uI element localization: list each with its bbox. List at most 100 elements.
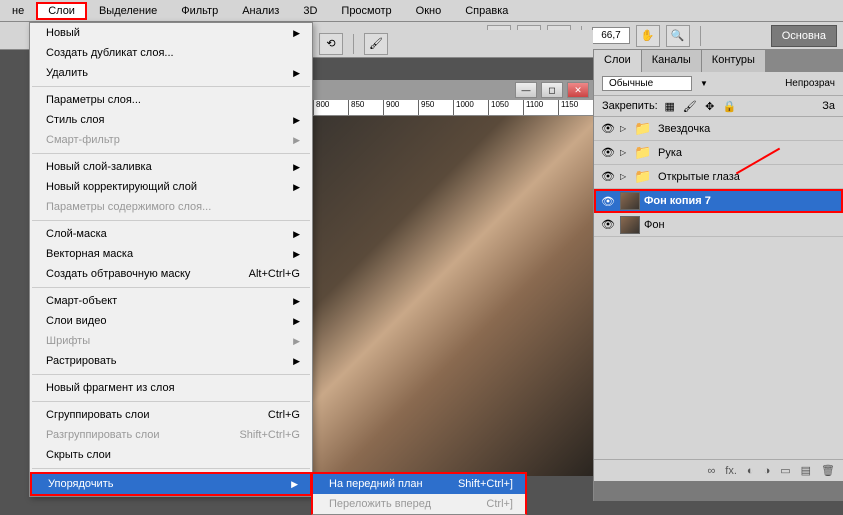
panel-action-icon[interactable]: ∞ bbox=[707, 465, 715, 477]
layers-dropdown-menu: Новый▶Создать дубликат слоя...Удалить▶ Па… bbox=[29, 22, 313, 497]
menu-item: Смарт-фильтр▶ bbox=[30, 130, 312, 150]
layer-name[interactable]: Рука bbox=[658, 147, 682, 159]
panel-tab-Контуры[interactable]: Контуры bbox=[702, 50, 766, 72]
lock-label: Закрепить: bbox=[602, 100, 658, 112]
lock-pixels-icon[interactable]: 🖌 bbox=[682, 98, 698, 114]
layer-list: 👁▷📁Звездочка👁▷📁Рука👁▷📁Открытые глаза👁Фон… bbox=[594, 117, 843, 237]
visibility-icon[interactable]: 👁 bbox=[600, 122, 616, 135]
layer-thumbnail[interactable] bbox=[620, 192, 640, 210]
minimize-button[interactable]: — bbox=[515, 82, 537, 98]
menu-item[interactable]: Смарт-объект▶ bbox=[30, 291, 312, 311]
ruler-tick: 800 bbox=[313, 100, 348, 115]
options-bar: ⟲ 🖌 bbox=[313, 30, 593, 58]
lock-transparent-icon[interactable]: ▦ bbox=[662, 98, 678, 114]
fill-label: За bbox=[822, 100, 835, 112]
zoom-tool-icon[interactable]: 🔍 bbox=[666, 25, 690, 47]
layer-name[interactable]: Фон копия 7 bbox=[644, 195, 711, 207]
menu-item[interactable]: Скрыть слои bbox=[30, 445, 312, 465]
document-window-controls: — ◻ ✕ bbox=[313, 80, 593, 100]
arrange-submenu: На передний планShift+Ctrl+]Переложить в… bbox=[311, 472, 527, 515]
menubar-item-Анализ[interactable]: Анализ bbox=[230, 2, 291, 20]
menubar-item-Справка[interactable]: Справка bbox=[453, 2, 520, 20]
menubar-item-3D[interactable]: 3D bbox=[291, 2, 329, 20]
expand-icon[interactable]: ▷ bbox=[620, 172, 630, 181]
close-button[interactable]: ✕ bbox=[567, 82, 589, 98]
layer-row[interactable]: 👁 ▷ 📁 Рука bbox=[594, 141, 843, 165]
menu-item[interactable]: Удалить▶ bbox=[30, 63, 312, 83]
menu-item[interactable]: Новый▶ bbox=[30, 23, 312, 43]
menu-item[interactable]: Создать дубликат слоя... bbox=[30, 43, 312, 63]
brush-icon[interactable]: 🖌 bbox=[364, 33, 388, 55]
visibility-icon[interactable]: 👁 bbox=[600, 218, 616, 231]
menu-item[interactable]: Новый слой-заливка▶ bbox=[30, 157, 312, 177]
lock-row: Закрепить: ▦ 🖌 ✥ 🔒 За bbox=[594, 96, 843, 117]
menu-item[interactable]: Стиль слоя▶ bbox=[30, 110, 312, 130]
menu-item: Шрифты▶ bbox=[30, 331, 312, 351]
panel-minibar bbox=[594, 481, 843, 501]
ruler-tick: 850 bbox=[348, 100, 383, 115]
menu-item[interactable]: Растрировать▶ bbox=[30, 351, 312, 371]
visibility-icon[interactable]: 👁 bbox=[600, 146, 616, 159]
menu-item[interactable]: Создать обтравочную маскуAlt+Ctrl+G bbox=[30, 264, 312, 284]
menu-item[interactable]: Упорядочить▶ bbox=[30, 472, 312, 496]
panel-tabs: СлоиКаналыКонтуры bbox=[594, 50, 843, 72]
lock-position-icon[interactable]: ✥ bbox=[702, 98, 718, 114]
menu-item[interactable]: Новый фрагмент из слоя bbox=[30, 378, 312, 398]
menubar-item-не[interactable]: не bbox=[0, 2, 36, 20]
ruler-tick: 1100 bbox=[523, 100, 558, 115]
panel-action-icon[interactable]: ◐ bbox=[747, 465, 754, 477]
expand-icon[interactable]: ▷ bbox=[620, 124, 630, 133]
blend-mode-select[interactable]: Обычные bbox=[602, 76, 692, 91]
layer-row[interactable]: 👁▷📁Звездочка bbox=[594, 117, 843, 141]
menu-item[interactable]: Слои видео▶ bbox=[30, 311, 312, 331]
menu-item[interactable]: Сгруппировать слоиCtrl+G bbox=[30, 405, 312, 425]
layer-row[interactable]: 👁 ▷ 📁 Открытые глаза bbox=[594, 165, 843, 189]
layer-name[interactable]: Звездочка bbox=[658, 123, 710, 135]
menubar-item-Слои[interactable]: Слои bbox=[36, 2, 87, 20]
menu-item: Разгруппировать слоиShift+Ctrl+G bbox=[30, 425, 312, 445]
visibility-icon[interactable]: 👁 bbox=[600, 170, 616, 183]
panel-action-icon[interactable]: fx. bbox=[725, 465, 737, 477]
maximize-button[interactable]: ◻ bbox=[541, 82, 563, 98]
horizontal-ruler: 8008509009501000105011001150 bbox=[313, 100, 593, 116]
ruler-tick: 1150 bbox=[558, 100, 593, 115]
zoom-level[interactable]: 66,7 bbox=[592, 27, 629, 44]
layer-name[interactable]: Открытые глаза bbox=[658, 171, 740, 183]
layer-thumbnail[interactable] bbox=[620, 216, 640, 234]
folder-icon: 📁 bbox=[634, 168, 654, 186]
panel-options-row: Обычные ▼ Непрозрач bbox=[594, 72, 843, 96]
menu-item[interactable]: Новый корректирующий слой▶ bbox=[30, 177, 312, 197]
menubar-item-Окно[interactable]: Окно bbox=[404, 2, 454, 20]
opacity-label: Непрозрач bbox=[785, 78, 835, 89]
workspace-button[interactable]: Основна bbox=[771, 25, 837, 47]
panel-action-icon[interactable]: ◑ bbox=[764, 465, 771, 477]
layer-row[interactable]: 👁 Фон bbox=[594, 213, 843, 237]
document-canvas[interactable] bbox=[313, 116, 593, 476]
rotate-view-icon[interactable]: ⟲ bbox=[319, 33, 343, 55]
folder-icon: 📁 bbox=[634, 144, 654, 162]
menubar-item-Выделение[interactable]: Выделение bbox=[87, 2, 169, 20]
main-menubar: неСлоиВыделениеФильтрАнализ3DПросмотрОкн… bbox=[0, 0, 843, 22]
hand-tool-icon[interactable]: ✋ bbox=[636, 25, 660, 47]
lock-all-icon[interactable]: 🔒 bbox=[722, 98, 738, 114]
layers-panel: СлоиКаналыКонтуры Обычные ▼ Непрозрач За… bbox=[593, 50, 843, 501]
panel-tab-Каналы[interactable]: Каналы bbox=[642, 50, 702, 72]
layer-row[interactable]: 👁 Фон копия 7 bbox=[594, 189, 843, 213]
ruler-tick: 950 bbox=[418, 100, 453, 115]
expand-icon[interactable]: ▷ bbox=[620, 148, 630, 157]
menu-item[interactable]: Параметры слоя... bbox=[30, 90, 312, 110]
panel-action-icon[interactable]: 🗑 bbox=[821, 464, 835, 477]
menubar-item-Просмотр[interactable]: Просмотр bbox=[329, 2, 403, 20]
ruler-tick: 1000 bbox=[453, 100, 488, 115]
menu-item[interactable]: Слой-маска▶ bbox=[30, 224, 312, 244]
menubar-item-Фильтр[interactable]: Фильтр bbox=[169, 2, 230, 20]
menu-item: Параметры содержимого слоя... bbox=[30, 197, 312, 217]
panel-action-icon[interactable]: ▤ bbox=[801, 464, 811, 477]
visibility-icon[interactable]: 👁 bbox=[600, 195, 616, 208]
layer-name[interactable]: Фон bbox=[644, 219, 665, 231]
ruler-tick: 1050 bbox=[488, 100, 523, 115]
menu-item[interactable]: Векторная маска▶ bbox=[30, 244, 312, 264]
panel-tab-Слои[interactable]: Слои bbox=[594, 50, 642, 72]
submenu-item[interactable]: На передний планShift+Ctrl+] bbox=[313, 474, 525, 494]
panel-action-icon[interactable]: ▭ bbox=[780, 464, 790, 477]
